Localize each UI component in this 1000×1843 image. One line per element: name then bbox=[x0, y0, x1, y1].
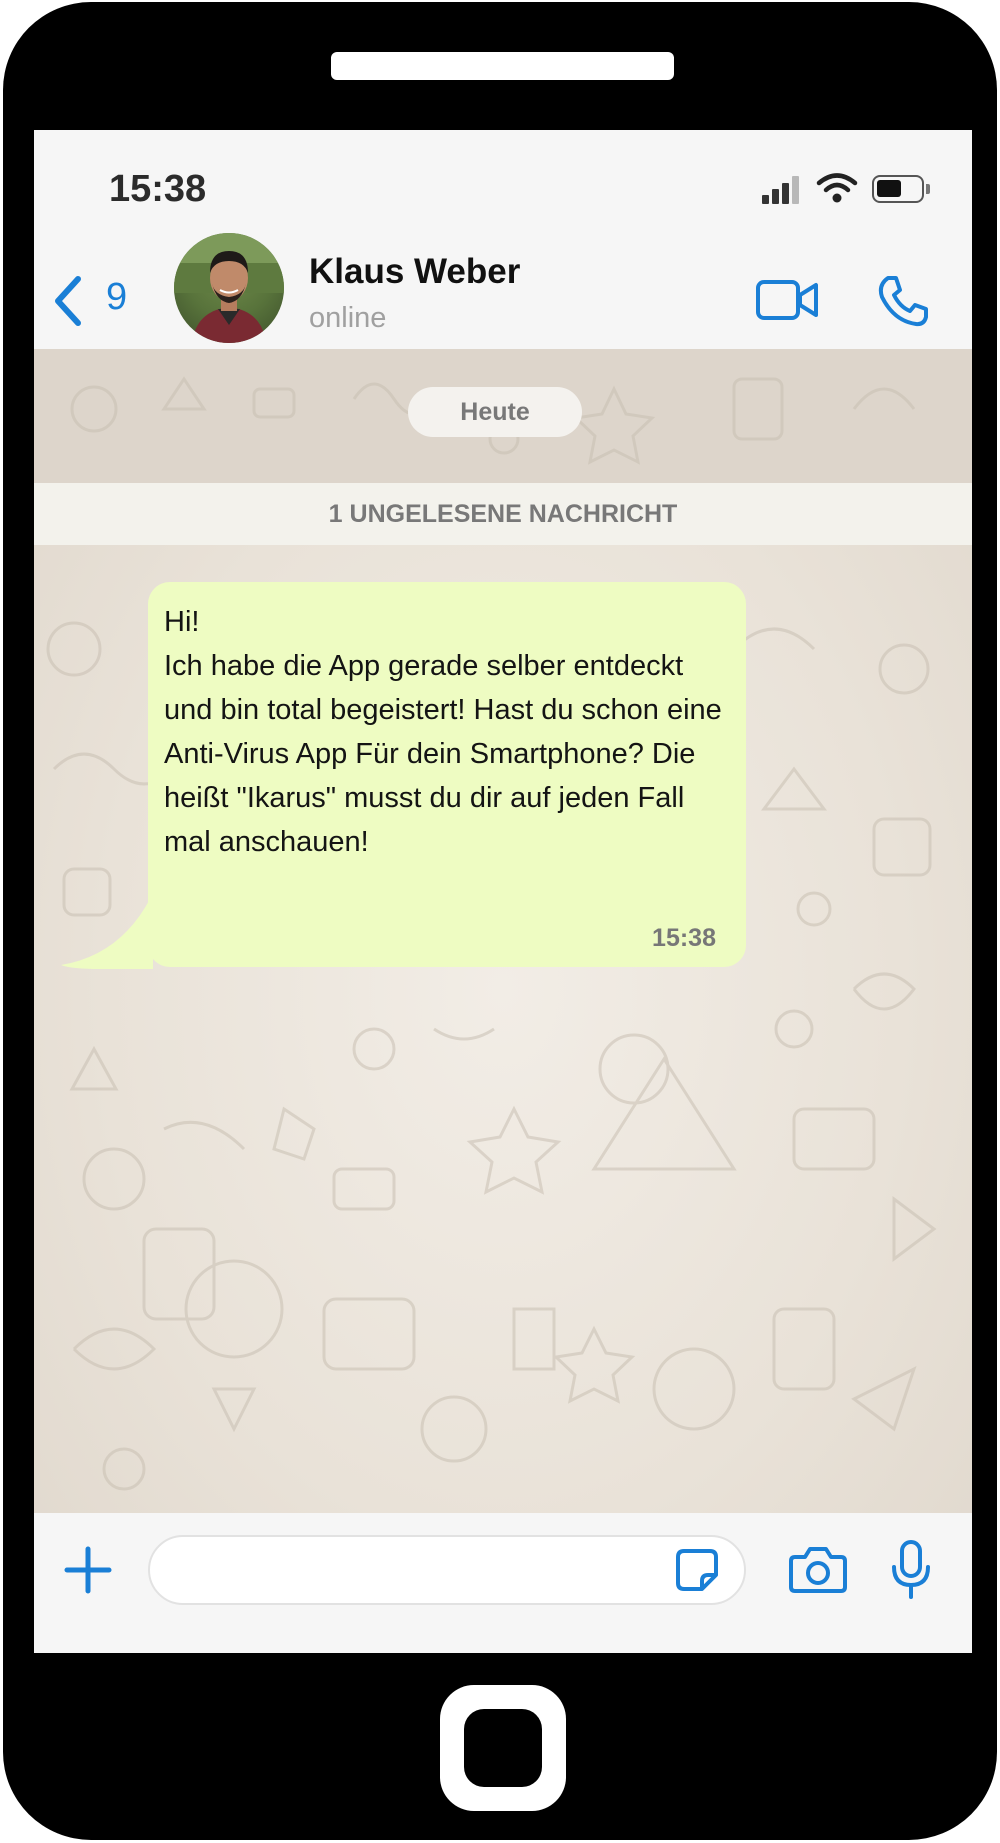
home-button-inner bbox=[464, 1709, 542, 1787]
phone-call-icon[interactable] bbox=[874, 273, 930, 329]
unread-messages-banner: 1 UNGELESENE NACHRICHT bbox=[34, 483, 972, 545]
signal-icon bbox=[762, 174, 802, 204]
camera-icon[interactable] bbox=[789, 1543, 847, 1595]
message-time: 15:38 bbox=[652, 924, 716, 952]
chevron-left-icon[interactable] bbox=[50, 273, 86, 329]
phone-frame: 15:38 9 Klaus Weber online Heute 1 UNGEL… bbox=[3, 2, 997, 1840]
sticker-icon[interactable] bbox=[674, 1547, 720, 1593]
video-call-icon[interactable] bbox=[755, 276, 820, 324]
contact-name[interactable]: Klaus Weber bbox=[309, 252, 520, 292]
status-time: 15:38 bbox=[109, 168, 207, 210]
message-text: Hi! Ich habe die App gerade selber entde… bbox=[164, 606, 722, 858]
message-input[interactable] bbox=[148, 1535, 746, 1605]
screen: 15:38 9 Klaus Weber online Heute 1 UNGEL… bbox=[34, 130, 972, 1653]
status-icons bbox=[762, 173, 942, 204]
contact-status: online bbox=[309, 302, 387, 334]
message-bubble[interactable]: Hi! Ich habe die App gerade selber entde… bbox=[148, 582, 746, 967]
phone-speaker bbox=[331, 52, 674, 80]
microphone-icon[interactable] bbox=[890, 1539, 932, 1601]
wifi-icon bbox=[816, 173, 858, 203]
plus-icon[interactable] bbox=[63, 1545, 113, 1595]
date-separator: Heute bbox=[408, 387, 582, 437]
back-unread-count[interactable]: 9 bbox=[106, 276, 127, 319]
input-bar bbox=[34, 1513, 972, 1653]
avatar-portrait bbox=[174, 233, 284, 343]
chat-area[interactable]: Heute 1 UNGELESENE NACHRICHT Hi! Ich hab… bbox=[34, 349, 972, 1513]
avatar[interactable] bbox=[174, 233, 284, 343]
bubble-tail bbox=[61, 897, 153, 969]
home-button[interactable] bbox=[440, 1685, 566, 1811]
